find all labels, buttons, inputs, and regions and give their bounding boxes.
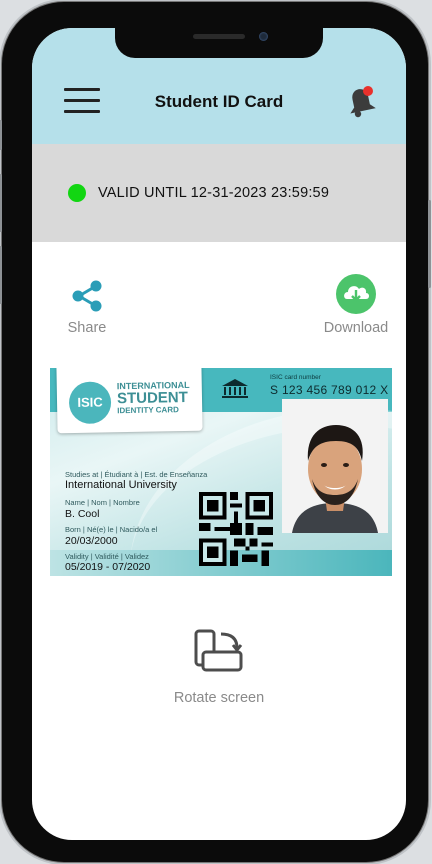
qr-code <box>198 492 274 566</box>
valid-status-dot-icon <box>68 184 86 202</box>
card-number-label: ISIC card number <box>270 374 321 381</box>
card-number: S 123 456 789 012 X <box>270 383 389 397</box>
notification-bell-icon[interactable] <box>344 84 376 118</box>
front-camera <box>259 32 268 41</box>
studies-label: Studies at | Étudiant à | Est. de Enseña… <box>65 470 208 479</box>
unesco-logo-icon <box>220 378 250 400</box>
speaker-grille <box>193 34 245 39</box>
rotate-screen-label: Rotate screen <box>173 690 265 706</box>
phone-side-button <box>0 120 2 150</box>
share-icon <box>58 278 116 314</box>
validity-label: Validity | Validité | Validez <box>65 552 149 561</box>
studies-value: International University <box>65 479 177 491</box>
app-screen: Student ID Card VALID UNTIL 12-31-2023 2… <box>32 28 406 840</box>
validity-text: VALID UNTIL 12-31-2023 23:59:59 <box>98 185 330 201</box>
phone-side-button <box>428 200 431 288</box>
phone-frame: Student ID Card VALID UNTIL 12-31-2023 2… <box>0 2 431 862</box>
share-button[interactable]: Share <box>58 278 116 336</box>
rotate-screen-button[interactable]: Rotate screen <box>32 628 406 706</box>
download-icon <box>318 273 394 315</box>
phone-side-button <box>0 246 2 304</box>
download-button[interactable]: Download <box>318 273 394 336</box>
download-label: Download <box>323 320 389 336</box>
rotate-screen-icon <box>32 628 406 674</box>
validity-value: 05/2019 - 07/2020 <box>65 561 151 573</box>
student-photo <box>282 399 388 533</box>
isic-logo-text: INTERNATIONAL STUDENT IDENTITY CARD <box>117 380 190 416</box>
name-value: B. Cool <box>65 508 100 520</box>
validity-status-bar: VALID UNTIL 12-31-2023 23:59:59 <box>32 144 406 242</box>
born-label: Born | Né(e) le | Nacido/a el <box>65 525 158 534</box>
phone-side-button <box>0 174 2 232</box>
name-label: Name | Nom | Nombre <box>65 498 140 507</box>
born-value: 20/03/2000 <box>65 535 118 547</box>
student-id-card: ISIC INTERNATIONAL STUDENT IDENTITY CARD <box>50 368 392 576</box>
phone-notch <box>115 28 323 58</box>
isic-logo-line3: IDENTITY CARD <box>117 405 179 416</box>
share-label: Share <box>67 320 107 336</box>
isic-logo: ISIC INTERNATIONAL STUDENT IDENTITY CARD <box>56 368 203 434</box>
isic-logo-badge: ISIC <box>68 381 112 425</box>
